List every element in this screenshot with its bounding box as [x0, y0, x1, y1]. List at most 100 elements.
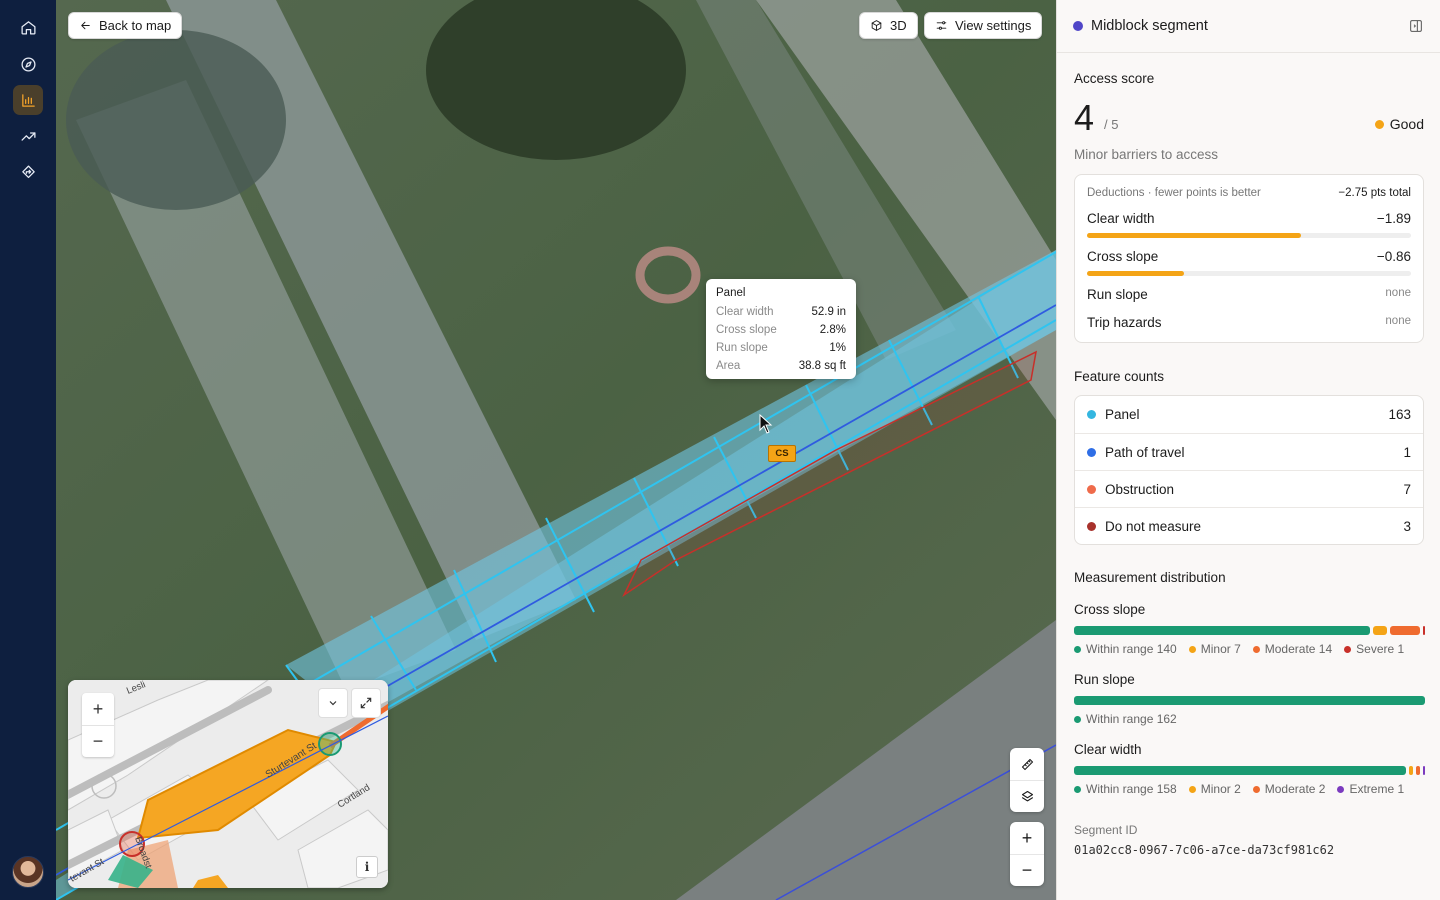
layers-icon — [1021, 790, 1033, 802]
deduction-row-cross-slope: Cross slope −0.86 — [1087, 249, 1411, 264]
arrow-left-icon — [81, 21, 90, 30]
deductions-card: Deductions · fewer points is better −2.7… — [1074, 174, 1424, 343]
feature-counts-label: Feature counts — [1074, 369, 1165, 384]
avatar[interactable] — [12, 856, 44, 888]
dist-legend-item: Extreme 1 — [1337, 782, 1404, 796]
cursor-icon — [759, 414, 773, 434]
legend-dot — [1337, 785, 1345, 793]
ruler-icon — [1021, 758, 1033, 770]
tooltip-row: Run slope 1% — [716, 342, 846, 354]
segment-color-dot — [1073, 21, 1083, 31]
compass-icon[interactable] — [13, 49, 43, 79]
feature-row-path-of-travel[interactable]: Path of travel 1 — [1075, 433, 1423, 470]
segment-panel: Midblock segment Access score 4 / 5 Good… — [1056, 0, 1440, 900]
feature-row-obstruction[interactable]: Obstruction 7 — [1075, 470, 1423, 507]
dist-segment — [1422, 626, 1426, 635]
legend-dot — [1074, 645, 1081, 653]
zoom-out-button[interactable]: − — [1010, 854, 1044, 886]
dist-legend-item: Minor 7 — [1188, 642, 1241, 656]
deduction-row-clear-width: Clear width −1.89 — [1087, 211, 1411, 226]
legend-dot — [1344, 645, 1352, 653]
legend-dot — [1074, 715, 1081, 723]
dist-bar-run-slope — [1074, 696, 1425, 705]
dist-legend-item: Within range 140 — [1074, 642, 1177, 656]
minimap-zoom: + − — [82, 693, 114, 757]
feature-row-do-not-measure[interactable]: Do not measure 3 — [1075, 507, 1423, 544]
tooltip-title: Panel — [716, 287, 746, 299]
dist-segment — [1074, 696, 1425, 705]
legend-dot — [1188, 645, 1196, 653]
attribution-info-button[interactable]: i — [356, 856, 378, 878]
obstruction-dot — [1087, 484, 1096, 494]
do-not-measure-dot — [1087, 521, 1096, 531]
back-to-map-button[interactable]: Back to map — [68, 12, 183, 39]
back-to-map-label: Back to map — [99, 18, 172, 33]
dist-segment — [1074, 626, 1370, 635]
route-icon[interactable] — [13, 157, 43, 187]
minimap-zoom-out-button[interactable]: − — [82, 725, 114, 757]
dist-label-clear-width: Clear width — [1074, 742, 1142, 757]
tooltip-row: Cross slope 2.8% — [716, 324, 846, 336]
chevron-down-icon — [329, 701, 337, 706]
dist-segment — [1415, 766, 1420, 775]
access-score-label: Access score — [1074, 71, 1155, 86]
segment-id-label: Segment ID — [1074, 823, 1138, 837]
zoom-in-button[interactable]: + — [1010, 822, 1044, 854]
panel-dot — [1087, 410, 1096, 419]
expand-icon — [360, 697, 372, 709]
cube-icon — [871, 20, 882, 31]
rating-dot — [1374, 119, 1384, 129]
layers-button[interactable] — [1010, 780, 1044, 812]
legend-dot — [1252, 785, 1260, 793]
dist-legend-item: Within range 158 — [1074, 782, 1177, 796]
sidebar-toggle-icon — [1410, 20, 1422, 32]
panel-tooltip: Panel Clear width 52.9 in Cross slope 2.8%… — [706, 279, 856, 379]
legend-dot — [1188, 785, 1196, 793]
map-viewport[interactable]: Back to map 3D View settings Panel Clear… — [56, 0, 1056, 900]
dist-legend-item: Moderate 14 — [1252, 642, 1332, 656]
legend-dot — [1252, 645, 1260, 653]
ruler-button[interactable] — [1010, 748, 1044, 780]
left-rail — [0, 0, 56, 900]
view-settings-button[interactable]: View settings — [924, 12, 1043, 39]
dist-legend-item: Moderate 2 — [1252, 782, 1325, 796]
minimap-collapse-button[interactable] — [318, 688, 348, 718]
dist-legend-item: Within range 162 — [1074, 712, 1177, 726]
collapse-panel-button[interactable] — [1408, 18, 1424, 34]
sliders-icon — [936, 21, 947, 30]
cross-slope-tag[interactable]: CS — [768, 445, 796, 462]
home-icon[interactable] — [13, 12, 43, 42]
tooltip-row: Clear width 52.9 in — [716, 306, 846, 318]
panel-title: Midblock segment — [1091, 18, 1208, 34]
tooltip-row: Area 38.8 sq ft — [716, 360, 846, 372]
trending-up-icon[interactable] — [13, 121, 43, 151]
panel-header: Midblock segment — [1057, 0, 1440, 53]
deduction-row-run-slope: Run slope none — [1087, 287, 1411, 302]
dist-label-cross-slope: Cross slope — [1074, 602, 1146, 617]
dist-legend-cross-slope: Within range 140 Minor 7 Moderate 14 Severe… — [1074, 642, 1404, 656]
dist-segment — [1372, 626, 1388, 635]
feature-row-panel[interactable]: Panel 163 — [1075, 396, 1423, 433]
dist-segment — [1422, 766, 1425, 775]
zoom-controls: + − — [1010, 822, 1044, 886]
deduction-row-trip-hazards: Trip hazards none — [1087, 315, 1411, 330]
bar-chart-icon[interactable] — [13, 85, 43, 115]
minimap-expand-button[interactable] — [351, 688, 381, 718]
dist-segment — [1390, 626, 1420, 635]
3d-label: 3D — [890, 18, 907, 33]
3d-toggle-button[interactable]: 3D — [859, 12, 918, 39]
segment-id-value[interactable]: 01a02cc8-0967-7c06-a7ce-da73cf981c62 — [1074, 843, 1334, 857]
measure-tools — [1010, 748, 1044, 812]
measurement-distribution-label: Measurement distribution — [1074, 570, 1226, 585]
minimap[interactable]: Sturtevant St Cortland Lesli tevant St B… — [68, 680, 388, 888]
rating-badge: Good — [1374, 116, 1424, 132]
dist-label-run-slope: Run slope — [1074, 672, 1135, 687]
dist-legend-item: Severe 1 — [1344, 642, 1404, 656]
rating-label: Good — [1389, 116, 1424, 132]
access-score-max: / 5 — [1104, 117, 1119, 132]
access-score-value: 4 — [1074, 97, 1095, 138]
legend-dot — [1074, 785, 1081, 793]
minimap-zoom-in-button[interactable]: + — [82, 693, 114, 725]
feature-counts-card: Panel 163 Path of travel 1 Obstruction 7 Do… — [1074, 395, 1424, 545]
dist-legend-run-slope: Within range 162 — [1074, 712, 1177, 726]
